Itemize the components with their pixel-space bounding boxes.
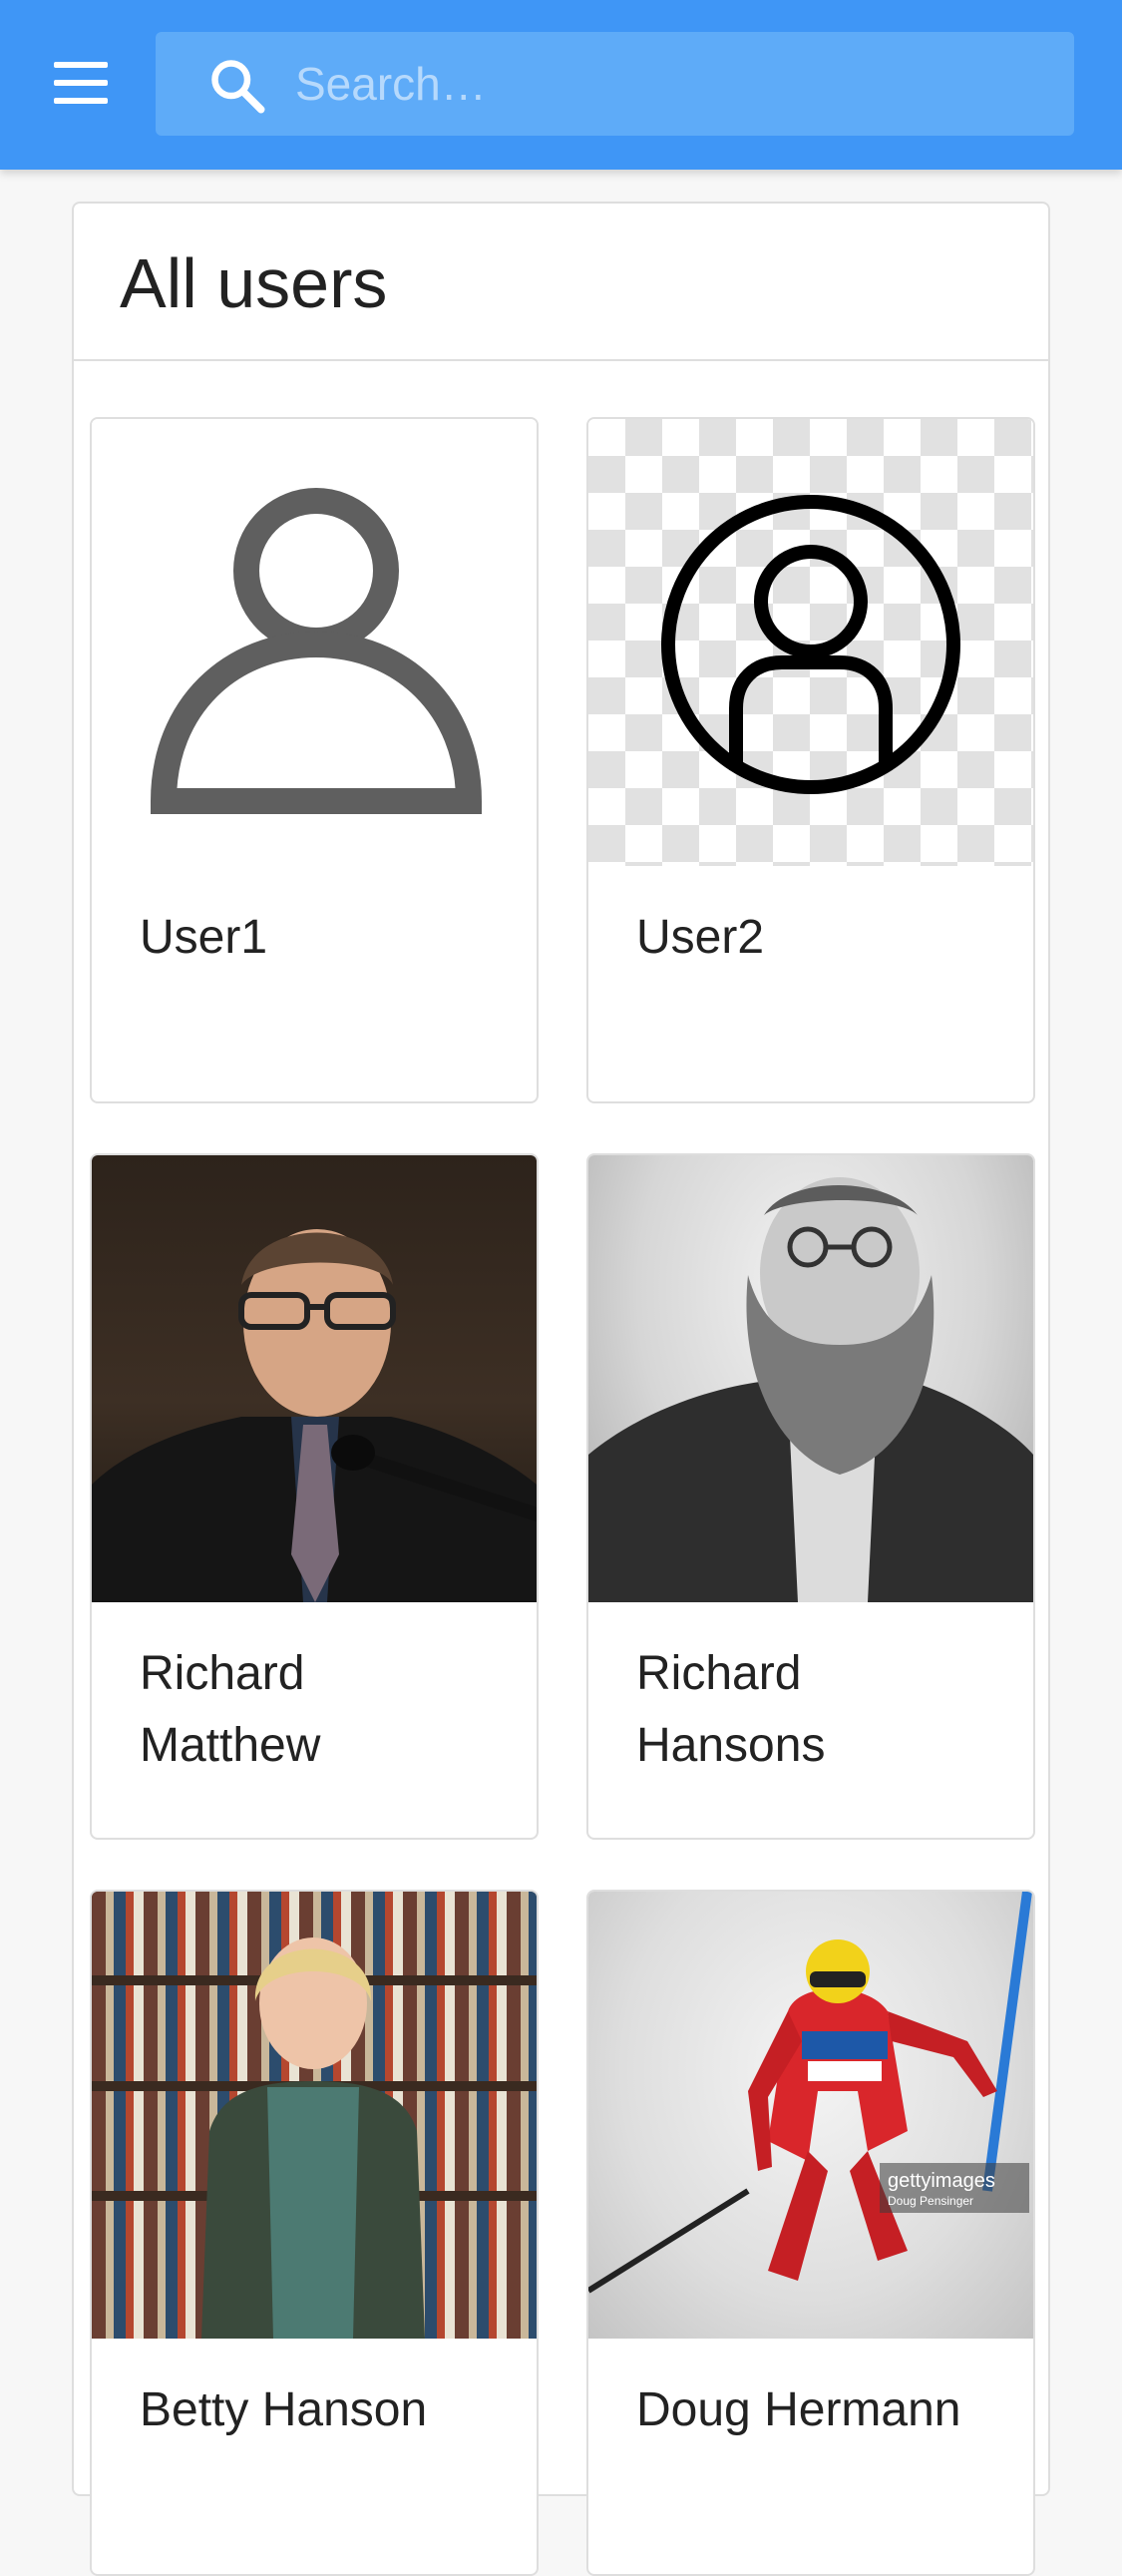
user-photo bbox=[92, 1155, 537, 1602]
default-user-icon bbox=[150, 488, 483, 814]
person-photo-icon bbox=[92, 1229, 537, 1602]
app-bar bbox=[0, 0, 1122, 170]
search-box[interactable] bbox=[156, 32, 1074, 136]
user-photo bbox=[588, 1155, 1033, 1602]
watermark-brand: gettyimages bbox=[888, 2170, 995, 2192]
page-title: All users bbox=[120, 244, 388, 322]
user-avatar bbox=[588, 419, 1033, 866]
user-name: User1 bbox=[140, 911, 268, 964]
user-name: User2 bbox=[636, 911, 765, 964]
user-card[interactable]: gettyimages Doug Pensinger Doug Hermann bbox=[586, 1890, 1035, 2576]
user-circle-icon bbox=[661, 495, 960, 794]
user-name: Betty Hanson bbox=[140, 2383, 428, 2436]
user-photo: gettyimages Doug Pensinger bbox=[588, 1892, 1033, 2339]
user-name: Richard Matthew bbox=[140, 1647, 321, 1772]
user-avatar bbox=[92, 419, 537, 866]
user-card[interactable]: Richard Hansons bbox=[586, 1153, 1035, 1840]
person-photo-icon bbox=[588, 1177, 1033, 1602]
user-card[interactable]: Richard Matthew bbox=[90, 1153, 539, 1840]
search-input[interactable] bbox=[295, 50, 1053, 118]
user-card[interactable]: User2 bbox=[586, 417, 1035, 1103]
hamburger-menu-icon[interactable] bbox=[54, 62, 114, 106]
user-name: Doug Hermann bbox=[636, 2383, 961, 2436]
person-photo-icon: gettyimages Doug Pensinger bbox=[588, 1892, 1032, 2294]
user-card[interactable]: User1 bbox=[90, 417, 539, 1103]
user-card[interactable]: Betty Hanson bbox=[90, 1890, 539, 2576]
search-icon bbox=[211, 60, 265, 114]
watermark-credit: Doug Pensinger bbox=[888, 2194, 973, 2208]
user-photo bbox=[92, 1892, 537, 2339]
user-name: Richard Hansons bbox=[636, 1647, 826, 1772]
person-photo-icon bbox=[92, 1937, 537, 2339]
panel-header: All users bbox=[74, 204, 1048, 361]
